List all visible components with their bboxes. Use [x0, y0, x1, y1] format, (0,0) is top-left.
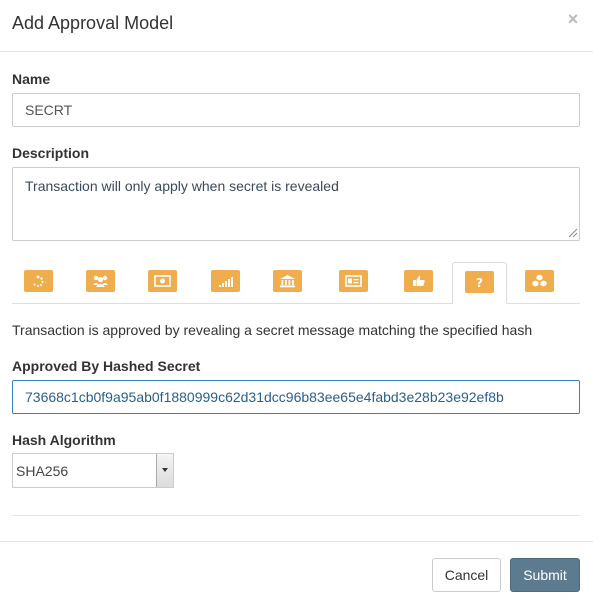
hash-algorithm-label: Hash Algorithm — [12, 432, 116, 448]
money-icon — [154, 275, 171, 287]
hashed-secret-label: Approved By Hashed Secret — [12, 358, 201, 374]
submit-button[interactable]: Submit — [510, 558, 580, 592]
signal-icon — [219, 277, 233, 287]
users-icon — [93, 275, 108, 287]
cancel-button[interactable]: Cancel — [432, 558, 501, 592]
tab-hashed-secret-button[interactable]: ? — [465, 271, 494, 293]
cubes-icon — [532, 274, 547, 287]
chevron-down-icon[interactable] — [156, 454, 173, 487]
tab-hashed-secret[interactable]: ? — [452, 262, 507, 304]
name-input[interactable] — [12, 93, 580, 127]
tab-spinner[interactable] — [24, 270, 53, 292]
add-approval-model-dialog: Add Approval Model × Name Description Tr… — [0, 0, 593, 603]
spinner-icon — [33, 275, 44, 287]
form-divider — [12, 515, 580, 516]
footer-divider — [0, 541, 593, 542]
tab-money[interactable] — [148, 270, 177, 292]
tab-signal[interactable] — [211, 270, 240, 292]
modal-header: Add Approval Model × — [0, 0, 593, 52]
resize-grip-icon[interactable] — [567, 227, 578, 238]
tab-thumbs-up[interactable] — [404, 270, 433, 292]
tab-users[interactable] — [86, 270, 115, 292]
thumbs-up-icon — [413, 275, 425, 286]
tab-bank[interactable] — [273, 270, 302, 292]
question-icon: ? — [476, 276, 483, 290]
svg-text:?: ? — [476, 276, 483, 290]
description-label: Description — [12, 145, 90, 161]
name-label: Name — [12, 71, 51, 87]
approval-type-description: Transaction is approved by revealing a s… — [12, 322, 533, 338]
close-icon[interactable]: × — [565, 10, 581, 28]
bank-icon — [280, 275, 295, 288]
description-textarea[interactable]: Transaction will only apply when secret … — [12, 167, 580, 241]
tab-id-card[interactable] — [339, 270, 368, 292]
tab-cubes[interactable] — [525, 270, 554, 292]
hash-algorithm-value: SHA256 — [16, 463, 69, 479]
id-card-icon — [345, 275, 362, 287]
approval-type-tabs: ? — [12, 262, 580, 304]
modal-title: Add Approval Model — [12, 13, 174, 33]
hash-algorithm-select[interactable]: SHA256 — [12, 453, 174, 488]
hashed-secret-input[interactable] — [12, 380, 580, 414]
